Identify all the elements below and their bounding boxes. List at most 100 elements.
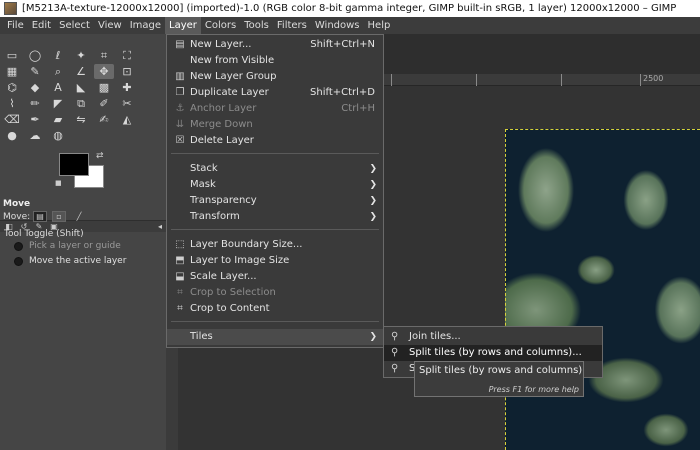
duplicate-layer-label: Duplicate Layer — [190, 87, 269, 98]
menu-windows[interactable]: Windows — [311, 17, 364, 34]
foreground-color-swatch[interactable] — [59, 153, 89, 176]
dodge-tool-icon[interactable]: ◭ — [117, 112, 137, 127]
menu-colors[interactable]: Colors — [201, 17, 240, 34]
pencil-tool-icon[interactable]: ✏ — [25, 96, 45, 111]
radio-pick-layer[interactable]: Pick a layer or guide — [14, 241, 121, 251]
text-tool-icon[interactable]: A — [48, 80, 68, 95]
menu-separator — [171, 229, 379, 230]
plugin-icon: ⚲ — [391, 347, 399, 358]
menu-item-stack[interactable]: Stack ❯ — [167, 161, 383, 177]
join-tiles-label: Join tiles... — [409, 331, 461, 342]
satellite-image-canvas[interactable] — [505, 129, 700, 450]
heal-tool-icon[interactable]: ✚ — [117, 80, 137, 95]
move-layer-mode-icon[interactable]: ▤ — [33, 211, 47, 222]
color-picker-tool-icon[interactable]: ✎ — [25, 64, 45, 79]
menu-item-scale-layer[interactable]: ⬓ Scale Layer... — [167, 269, 383, 285]
menu-file[interactable]: File — [3, 17, 28, 34]
eraser-tool-icon[interactable]: ⌫ — [2, 112, 22, 127]
menu-item-tiles[interactable]: Tiles ❯ — [167, 329, 383, 345]
clone-tool-icon[interactable]: ⧉ — [71, 96, 91, 111]
transparency-label: Transparency — [190, 195, 257, 206]
zoom-tool-icon[interactable]: ⌕ — [48, 64, 68, 79]
move-selection-mode-icon[interactable]: ▫ — [52, 211, 66, 222]
menu-item-merge-down: ⇊ Merge Down — [167, 117, 383, 133]
menu-item-layer-to-image-size[interactable]: ⬒ Layer to Image Size — [167, 253, 383, 269]
radio-pick-label: Pick a layer or guide — [29, 241, 121, 251]
mypaint-tool-icon[interactable]: ✍ — [94, 112, 114, 127]
flip-tool-icon[interactable]: ⇋ — [71, 112, 91, 127]
bucket-fill-tool-icon[interactable]: ◆ — [25, 80, 45, 95]
gimp-app-icon — [4, 2, 17, 15]
layer-boundary-size-label: Layer Boundary Size... — [190, 239, 303, 250]
plugin-icon: ⚲ — [391, 331, 399, 342]
menu-item-new-from-visible[interactable]: New from Visible — [167, 53, 383, 69]
unified-transform-tool-icon[interactable]: ⛶ — [117, 48, 137, 63]
swap-colors-icon[interactable]: ⇄ — [96, 151, 104, 161]
submenu-item-split-tiles[interactable]: ⚲ Split tiles (by rows and columns)... — [384, 345, 602, 361]
move-path-mode-icon[interactable]: ╱ — [72, 211, 86, 222]
new-layer-icon: ▤ — [175, 39, 185, 50]
menu-item-mask[interactable]: Mask ❯ — [167, 177, 383, 193]
perspective-tool-icon[interactable]: ▰ — [48, 112, 68, 127]
submenu-item-join-tiles[interactable]: ⚲ Join tiles... — [384, 329, 602, 345]
blur-tool-icon[interactable]: ● — [2, 128, 22, 143]
gradient-tool-icon[interactable]: ▩ — [94, 80, 114, 95]
menu-view[interactable]: View — [94, 17, 126, 34]
menu-select[interactable]: Select — [55, 17, 94, 34]
menu-tools[interactable]: Tools — [240, 17, 273, 34]
warp-tool-icon[interactable]: ▦ — [2, 64, 22, 79]
menu-item-new-layer-group[interactable]: ▥ New Layer Group — [167, 69, 383, 85]
window-title: [M5213A-texture-12000x12000] (imported)-… — [22, 3, 677, 14]
menu-filters[interactable]: Filters — [273, 17, 311, 34]
paths-tool-icon[interactable]: ⌇ — [2, 96, 22, 111]
fuzzy-select-tool-icon[interactable]: ✦ — [71, 48, 91, 63]
rect-select-tool-icon[interactable]: ▭ — [2, 48, 22, 63]
submenu-arrow-icon: ❯ — [369, 164, 377, 174]
menu-item-crop-to-content[interactable]: ⌗ Crop to Content — [167, 301, 383, 317]
paintbrush-tool-icon[interactable]: ◣ — [71, 80, 91, 95]
crop-icon: ⌗ — [177, 287, 183, 298]
menu-edit[interactable]: Edit — [28, 17, 55, 34]
align-tool-icon[interactable]: ⊡ — [117, 64, 137, 79]
radio-button[interactable] — [14, 241, 23, 251]
delete-icon: ☒ — [175, 135, 185, 146]
menu-item-delete-layer[interactable]: ☒ Delete Layer — [167, 133, 383, 149]
ink-tool-icon[interactable]: ◤ — [48, 96, 68, 111]
radio-move-active-label: Move the active layer — [29, 256, 127, 266]
dock-menu-icon[interactable]: ◂ — [158, 222, 162, 231]
smudge-tool-icon[interactable]: ✐ — [94, 96, 114, 111]
foreground-select-tool-icon[interactable]: ◍ — [48, 128, 68, 143]
new-layer-shortcut: Shift+Ctrl+N — [310, 39, 375, 50]
free-select-tool-icon[interactable]: ℓ — [48, 48, 68, 63]
radio-move-active-layer[interactable]: Move the active layer — [14, 256, 126, 266]
menu-bar: File Edit Select View Image Layer Colors… — [0, 17, 700, 34]
menu-image[interactable]: Image — [126, 17, 165, 34]
handle-transform-tool-icon[interactable]: ☁ — [25, 128, 45, 143]
delete-layer-label: Delete Layer — [190, 135, 254, 146]
ellipse-select-tool-icon[interactable]: ◯ — [25, 48, 45, 63]
ruler-tick — [391, 74, 392, 86]
scissors-tool-icon[interactable]: ✂ — [117, 96, 137, 111]
menu-item-new-layer[interactable]: ▤ New Layer... Shift+Ctrl+N — [167, 37, 383, 53]
menu-item-transparency[interactable]: Transparency ❯ — [167, 193, 383, 209]
split-tiles-label: Split tiles (by rows and columns)... — [409, 347, 582, 358]
crop-tool-icon[interactable]: ⌗ — [94, 48, 114, 63]
radio-button[interactable] — [14, 256, 23, 266]
menu-item-layer-boundary-size[interactable]: ⬚ Layer Boundary Size... — [167, 237, 383, 253]
crop-icon: ⌗ — [177, 303, 183, 314]
menu-help[interactable]: Help — [364, 17, 395, 34]
crop-to-content-label: Crop to Content — [190, 303, 270, 314]
menu-layer[interactable]: Layer — [165, 17, 201, 34]
window-title-bar: [M5213A-texture-12000x12000] (imported)-… — [0, 0, 700, 17]
menu-item-duplicate-layer[interactable]: ❐ Duplicate Layer Shift+Ctrl+D — [167, 85, 383, 101]
cage-tool-icon[interactable]: ⌬ — [2, 80, 22, 95]
menu-item-transform[interactable]: Transform ❯ — [167, 209, 383, 225]
menu-separator — [171, 321, 379, 322]
scale-icon: ⬓ — [175, 271, 185, 282]
move-tool-icon[interactable]: ✥ — [94, 64, 114, 79]
airbrush-tool-icon[interactable]: ✒ — [25, 112, 45, 127]
measure-tool-icon[interactable]: ∠ — [71, 64, 91, 79]
tool-options-title: Move — [3, 199, 31, 209]
reset-colors-icon[interactable]: ■ — [55, 179, 62, 187]
new-layer-label: New Layer... — [190, 39, 252, 50]
